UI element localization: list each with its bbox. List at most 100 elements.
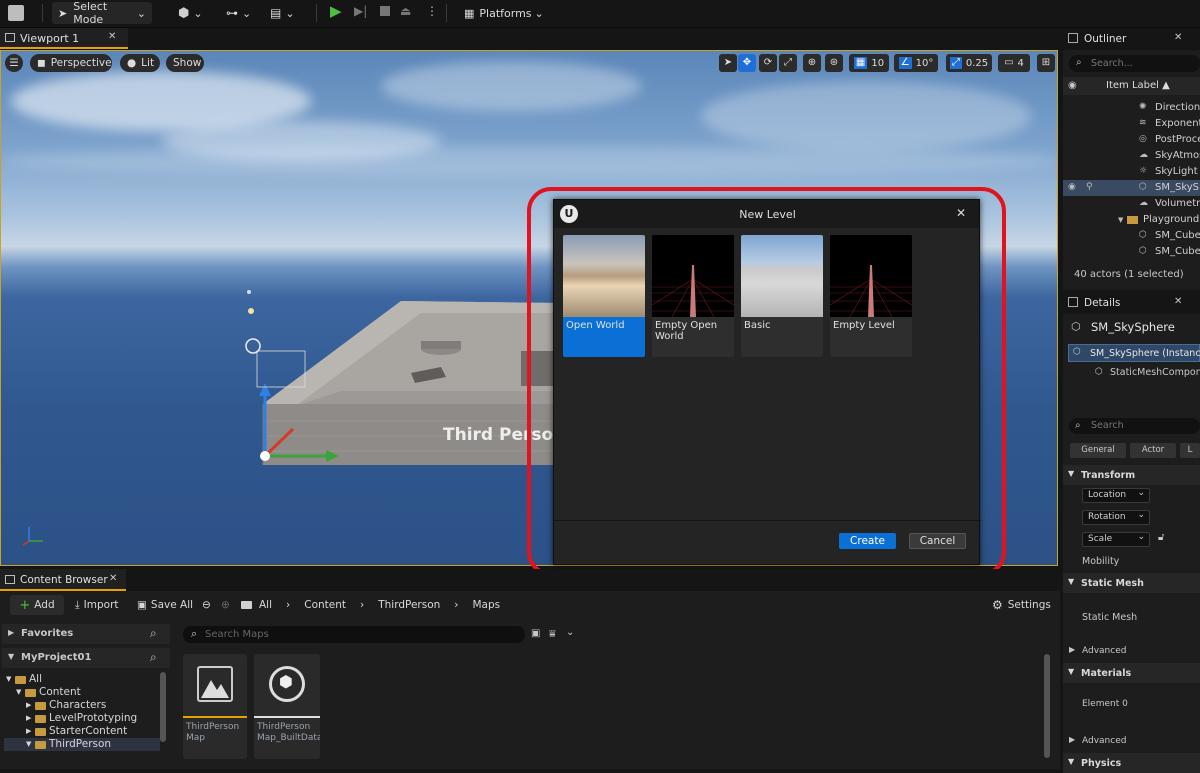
template-empty-open-world[interactable]: Empty Open World: [652, 235, 734, 357]
history-back-button[interactable]: ⊖: [202, 595, 211, 615]
close-icon[interactable]: ✕: [956, 207, 966, 219]
close-icon[interactable]: ✕: [1174, 297, 1182, 307]
section-materials[interactable]: ▼ Materials: [1063, 663, 1200, 683]
folder-tree-item[interactable]: ▶ Characters: [4, 699, 160, 712]
search-icon[interactable]: ⌕: [150, 651, 157, 663]
asset-scrollbar[interactable]: [1044, 654, 1050, 758]
cancel-button[interactable]: Cancel: [909, 533, 966, 549]
skip-frame-icon[interactable]: ▶|: [354, 5, 367, 17]
breadcrumb-item[interactable]: Content: [304, 599, 346, 611]
tree-scrollbar[interactable]: [160, 672, 166, 742]
add-button[interactable]: + Add: [10, 595, 64, 615]
item-label-column[interactable]: Item Label ▲: [1106, 80, 1170, 91]
empty-level-thumbnail: [830, 235, 912, 317]
eye-icon[interactable]: ◉: [1068, 81, 1077, 91]
outliner-row[interactable]: ⬡ SM_Cube: [1063, 228, 1200, 244]
folder-tree-item[interactable]: ▼ Content: [4, 686, 160, 699]
folder-tree-item[interactable]: ▼ All: [4, 673, 160, 686]
chevron-right-icon[interactable]: ▶: [1069, 646, 1075, 654]
eye-icon[interactable]: ◉: [1068, 182, 1079, 193]
template-empty-level[interactable]: Empty Level: [830, 235, 912, 357]
search-icon[interactable]: ⌕: [150, 627, 157, 639]
chevron-right-icon[interactable]: ▶: [26, 715, 31, 722]
tab-details[interactable]: Details ✕: [1063, 292, 1200, 314]
outliner-row[interactable]: ☼ SkyLight: [1063, 164, 1200, 180]
asset-thirdperson-map-builtdata[interactable]: ⬢ ThirdPerson Map_BuiltData: [254, 654, 320, 759]
stop-icon[interactable]: [380, 6, 390, 16]
platforms-button[interactable]: ▦ Platforms ⌄: [458, 2, 548, 24]
component-label[interactable]: StaticMeshCompon: [1110, 367, 1200, 378]
select-mode-label: Select Mode: [73, 0, 108, 26]
outliner-row[interactable]: ◉ ⚲ ⬡ SM_SkyS: [1063, 180, 1200, 196]
chevron-down-icon[interactable]: ▼: [26, 741, 31, 748]
create-button[interactable]: Create: [839, 533, 896, 549]
more-options-icon[interactable]: ⋮: [426, 5, 438, 17]
close-icon[interactable]: ✕: [109, 574, 117, 584]
section-static-mesh[interactable]: ▼ Static Mesh: [1063, 573, 1200, 593]
favorites-header[interactable]: ▶ Favorites ⌕: [2, 624, 170, 644]
rotation-dropdown[interactable]: Rotation ⌄: [1082, 510, 1150, 525]
tab-outliner[interactable]: Outliner ✕: [1063, 28, 1200, 50]
eject-icon[interactable]: ⏏: [400, 5, 411, 17]
save-all-button[interactable]: ▣ Save All: [137, 595, 193, 615]
add-actor-button[interactable]: ⬢ ⌄: [172, 2, 212, 24]
project-header[interactable]: ▼ MyProject01 ⌕: [2, 648, 170, 668]
section-physics[interactable]: ▼ Physics: [1063, 753, 1200, 773]
outliner-row[interactable]: ☁ Volumetri: [1063, 196, 1200, 212]
chevron-down-icon[interactable]: ⌄: [566, 628, 574, 638]
folder-tree-item[interactable]: ▶ StarterContent: [4, 725, 160, 738]
history-forward-button[interactable]: ⊕: [221, 595, 230, 615]
outliner-row[interactable]: ✺ Directiona: [1063, 100, 1200, 116]
asset-thirdperson-map[interactable]: ThirdPerson Map: [183, 654, 247, 759]
play-icon[interactable]: ▶: [330, 4, 342, 19]
details-search[interactable]: ⌕ Search: [1069, 418, 1200, 434]
select-mode-button[interactable]: ➤ Select Mode ⌄: [52, 0, 152, 26]
instance-row[interactable]: ⬡ SM_SkySphere (Instanc: [1068, 344, 1200, 362]
outliner-row[interactable]: ⬡ SM_Cube: [1063, 244, 1200, 260]
chevron-right-icon[interactable]: ▶: [26, 702, 31, 709]
save-search-icon[interactable]: ▣: [531, 629, 540, 639]
breadcrumb-item[interactable]: Maps: [472, 599, 500, 611]
cinematics-button[interactable]: ▤ ⌄: [264, 2, 304, 24]
settings-button[interactable]: ⚙ Settings: [992, 595, 1051, 615]
filter-actor[interactable]: Actor: [1130, 443, 1176, 458]
template-open-world[interactable]: Open World: [563, 235, 645, 357]
platforms-label: Platforms: [479, 6, 532, 20]
chevron-down-icon: ⌄: [285, 6, 295, 20]
outliner-row[interactable]: ◎ PostProce: [1063, 132, 1200, 148]
chevron-down-icon[interactable]: ▼: [6, 676, 11, 683]
outliner-row[interactable]: ☁ SkyAtmos: [1063, 148, 1200, 164]
unlock-icon[interactable]: 🔓︎: [1158, 533, 1164, 543]
section-transform[interactable]: ▼ Transform: [1063, 465, 1200, 485]
import-button[interactable]: ⤓ Import: [75, 595, 119, 615]
close-icon[interactable]: ✕: [108, 32, 116, 42]
blueprint-button[interactable]: ⊶ ⌄: [220, 2, 260, 24]
breadcrumb-item[interactable]: All: [259, 599, 272, 611]
chevron-down-icon[interactable]: ▼: [16, 689, 21, 696]
pin-icon[interactable]: ⚲: [1086, 182, 1097, 193]
location-dropdown[interactable]: Location ⌄: [1082, 488, 1150, 503]
add-label: Add: [34, 599, 55, 611]
filter-general[interactable]: General: [1070, 443, 1126, 458]
folder-tree-item[interactable]: ▼ ThirdPerson: [4, 738, 160, 751]
asset-search[interactable]: ⌕ Search Maps: [183, 626, 525, 643]
chevron-right-icon[interactable]: ▶: [26, 728, 31, 735]
viewport-icon: [5, 33, 15, 42]
template-basic[interactable]: Basic: [741, 235, 823, 357]
filter-icon[interactable]: ⩸: [549, 628, 556, 639]
chevron-right-icon[interactable]: ▶: [1069, 736, 1075, 744]
outliner-row[interactable]: ▼ Playground: [1063, 212, 1200, 228]
tab-viewport-1[interactable]: Viewport 1 ✕: [0, 28, 128, 49]
outliner-row[interactable]: ≋ Exponenti: [1063, 116, 1200, 132]
advanced-label[interactable]: Advanced: [1082, 736, 1126, 746]
breadcrumb-item[interactable]: ThirdPerson: [378, 599, 440, 611]
close-icon[interactable]: ✕: [1174, 33, 1182, 43]
breadcrumb: All › Content › ThirdPerson › Maps: [259, 595, 500, 615]
outliner-search[interactable]: ⌕ Search...: [1069, 55, 1200, 72]
save-icon[interactable]: [8, 5, 24, 21]
filter-more[interactable]: L: [1180, 443, 1200, 458]
advanced-label[interactable]: Advanced: [1082, 646, 1126, 656]
folder-tree-item[interactable]: ▶ LevelPrototyping: [4, 712, 160, 725]
scale-dropdown[interactable]: Scale ⌄: [1082, 532, 1150, 547]
tab-content-browser[interactable]: Content Browser ✕: [0, 569, 126, 591]
